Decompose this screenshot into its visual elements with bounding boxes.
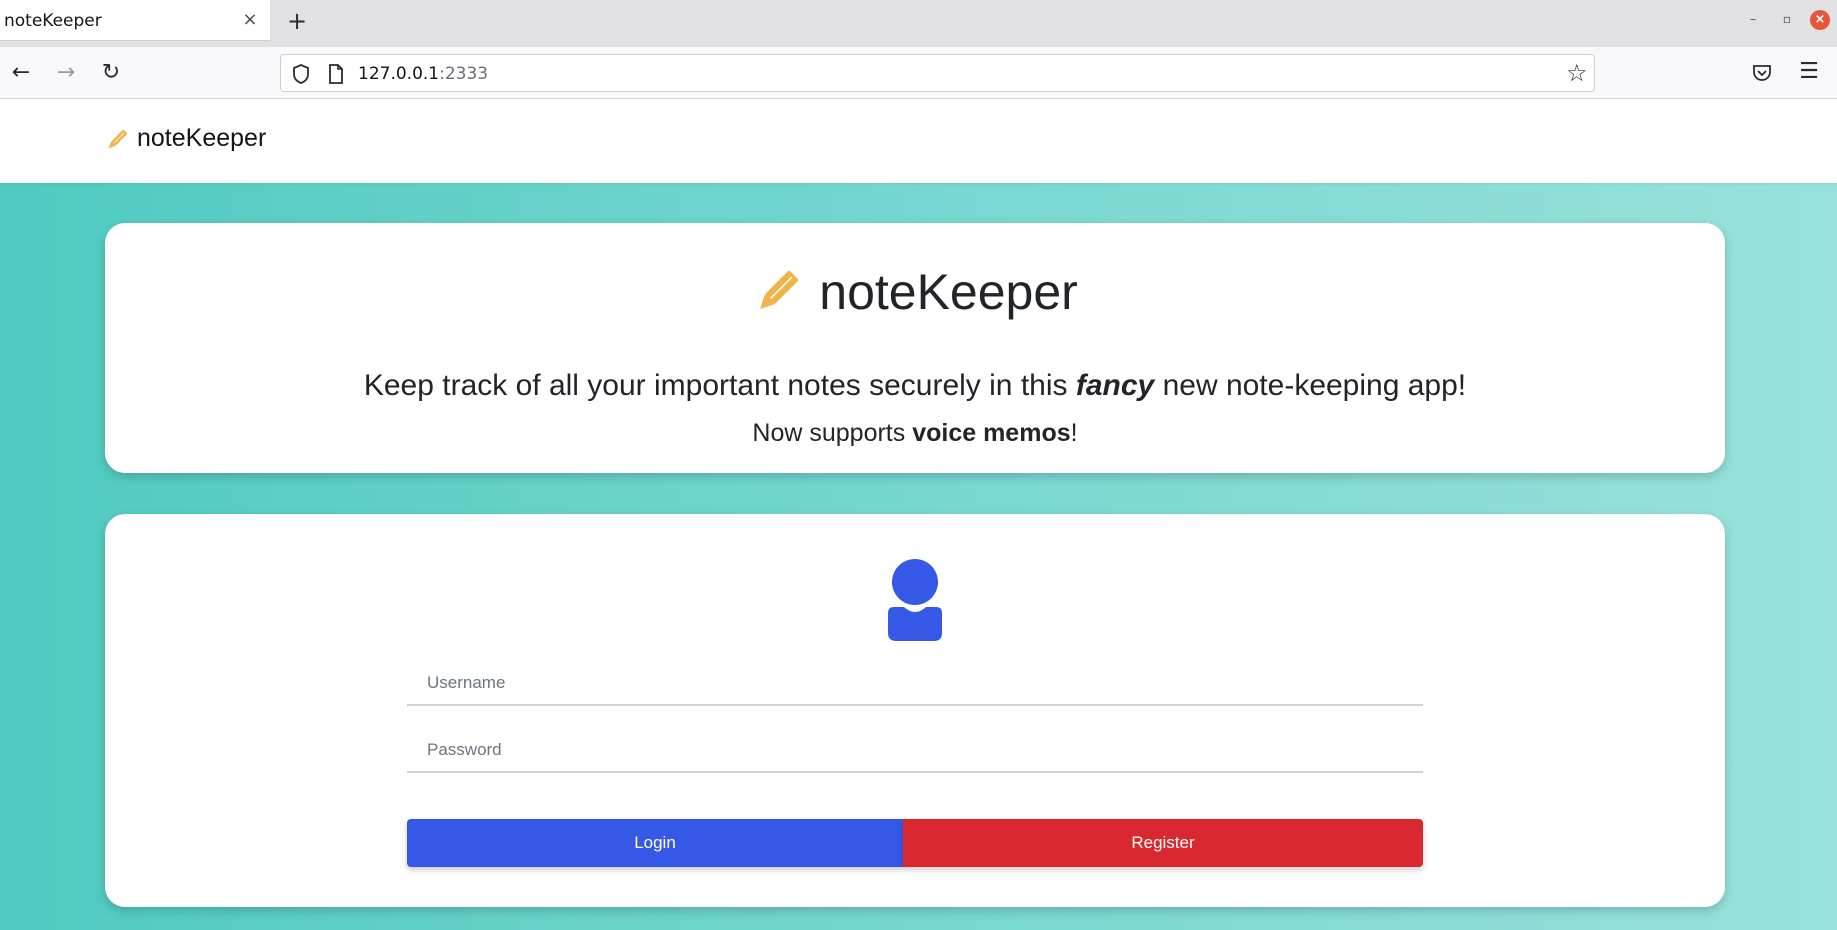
user-icon (888, 559, 942, 641)
url-text[interactable]: 127.0.0.1:2333 (358, 64, 488, 84)
browser-tab[interactable]: noteKeeper × (0, 0, 270, 41)
back-button[interactable]: ← (8, 60, 34, 86)
register-button[interactable]: Register (903, 819, 1423, 867)
url-host: 127.0.0.1 (358, 64, 440, 84)
tab-title: noteKeeper (4, 11, 102, 31)
login-card: Login Register (105, 514, 1725, 907)
tagline-emphasis: fancy (1075, 369, 1155, 402)
hero-title: noteKeeper (819, 264, 1078, 320)
pocket-icon[interactable] (1751, 62, 1773, 84)
subtitle-bold: voice memos (912, 419, 1071, 447)
window-minimize-button[interactable]: – (1744, 12, 1762, 30)
hero-tagline: Keep track of all your important notes s… (105, 369, 1725, 403)
page-viewport: noteKeeper noteKeeper Keep track of all … (0, 99, 1837, 930)
url-port: :2333 (439, 64, 489, 84)
hero-subtitle: Now supports voice memos! (105, 419, 1725, 448)
tab-close-icon[interactable]: × (240, 10, 260, 30)
page-icon (329, 64, 343, 84)
hero-title-row: noteKeeper (105, 263, 1725, 329)
tagline-text: Keep track of all your important notes s… (363, 369, 1076, 402)
pencil-icon (108, 129, 128, 149)
login-button[interactable]: Login (407, 819, 903, 867)
window-maximize-button[interactable]: ▫ (1778, 12, 1796, 30)
window-close-button[interactable]: × (1810, 10, 1830, 30)
forward-button[interactable]: → (53, 60, 79, 86)
browser-tab-bar: noteKeeper × + – ▫ × (0, 0, 1837, 47)
password-input[interactable] (407, 729, 1423, 773)
browser-nav-bar: ← → ↻ 127.0.0.1:2333 ☆ ☰ (0, 47, 1837, 99)
bookmark-star-icon[interactable]: ☆ (1566, 60, 1588, 86)
app-header: noteKeeper (0, 99, 1837, 183)
pencil-icon (760, 270, 799, 309)
subtitle-text: Now supports (752, 419, 913, 447)
shield-icon[interactable] (291, 63, 311, 85)
brand-name[interactable]: noteKeeper (137, 124, 266, 153)
new-tab-button[interactable]: + (284, 8, 310, 34)
hero-card: noteKeeper Keep track of all your import… (105, 223, 1725, 473)
reload-button[interactable]: ↻ (98, 60, 124, 86)
address-bar[interactable]: 127.0.0.1:2333 ☆ (280, 54, 1595, 92)
tagline-text-end: new note-keeping app! (1154, 369, 1467, 402)
subtitle-end: ! (1070, 419, 1078, 447)
username-input[interactable] (407, 662, 1423, 706)
hamburger-menu-icon[interactable]: ☰ (1798, 59, 1820, 85)
